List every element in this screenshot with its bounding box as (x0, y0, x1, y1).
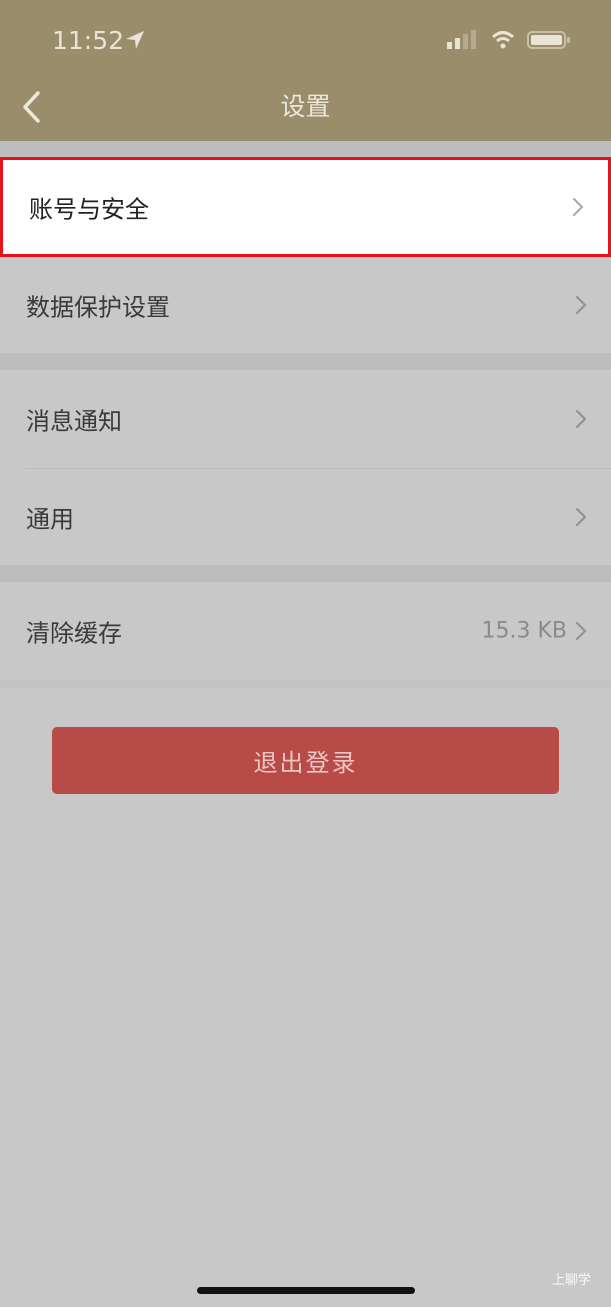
chevron-right-icon (576, 622, 587, 640)
chevron-right-icon (576, 508, 587, 526)
settings-row-clear-cache[interactable]: 清除缓存 15.3 KB (0, 582, 611, 680)
cache-size-value: 15.3 KB (481, 618, 568, 644)
wifi-icon (491, 31, 515, 49)
group-separator (0, 353, 611, 370)
row-label: 消息通知 (26, 407, 122, 436)
settings-row-account-security[interactable]: 账号与安全 (0, 157, 611, 257)
header-bar: 11:52 设置 (0, 0, 611, 141)
row-label: 通用 (26, 505, 74, 534)
row-label: 数据保护设置 (26, 293, 170, 322)
home-indicator[interactable] (197, 1287, 415, 1294)
watermark-text: 上聊学 (551, 1273, 591, 1288)
status-time: 11:52 (52, 26, 125, 55)
group-separator (0, 565, 611, 582)
row-label: 账号与安全 (29, 195, 149, 224)
group-separator (0, 141, 611, 157)
group-separator (0, 680, 611, 688)
location-arrow-icon (126, 31, 144, 49)
settings-row-general[interactable]: 通用 (0, 469, 611, 565)
logout-button[interactable]: 退出登录 (52, 727, 559, 794)
chevron-right-icon (576, 296, 587, 314)
battery-icon (527, 31, 570, 49)
settings-row-data-protection[interactable]: 数据保护设置 (0, 257, 611, 353)
chevron-right-icon (576, 410, 587, 428)
settings-row-notifications[interactable]: 消息通知 (0, 370, 611, 468)
cellular-signal-icon (447, 30, 476, 49)
page-title: 设置 (280, 92, 331, 121)
row-label: 清除缓存 (26, 619, 122, 648)
chevron-right-icon (573, 198, 584, 216)
